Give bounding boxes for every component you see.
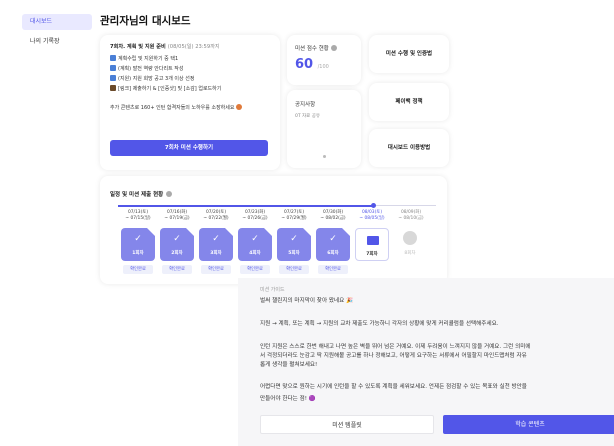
score-label: 미션 점수 현황 — [295, 44, 337, 52]
sidebar: 대시보드 나의 기록장 — [0, 0, 96, 446]
timeline-date: 07/30(화) ~ 08/02(금) — [320, 210, 346, 221]
timeline-date: 07/20(토) ~ 07/22(월) — [203, 210, 229, 221]
sidebar-item-my-notes[interactable]: 나의 기록장 — [22, 34, 92, 50]
guide-paragraph: 서 걱정되더라도 눈감고 딱 지원해볼 공고를 하나 정해보고, 어떻게 요구하… — [260, 353, 527, 359]
mission-template-button[interactable]: 미션 템플릿 — [260, 415, 434, 434]
timeline-date: 07/16(화) ~ 07/19(금) — [164, 210, 190, 221]
score-card: 미션 점수 현황 60 /100 — [287, 35, 361, 85]
check-icon: ✓ — [329, 234, 337, 244]
round-card[interactable]: ✓ 1회차 — [121, 228, 155, 261]
folder-icon — [110, 85, 116, 91]
status-badge: 확인완료 — [201, 265, 231, 274]
checklist-icon — [110, 75, 116, 81]
guide-heading: 미션 가이드 — [260, 287, 285, 293]
guide-paragraph: 지원 → 계획, 또는 계획 → 지원의 교차 제출도 가능하니 각자의 상황에… — [260, 321, 499, 327]
notice-item[interactable]: 0T 자료 공유 — [295, 113, 320, 119]
mission-guide-link[interactable]: 미션 수행 및 인증법 — [369, 35, 449, 73]
learning-content-button[interactable]: 학습 콘텐츠 — [443, 415, 614, 434]
round-label: 4회차 — [249, 251, 261, 256]
timeline-card: 일정 및 미션 제출 현황 07/13(토) ~ 07/15(일) 07/16(화… — [100, 176, 447, 284]
sidebar-item-dashboard[interactable]: 대시보드 — [22, 14, 92, 30]
round-card[interactable]: ✓ 5회차 — [277, 228, 311, 261]
notice-title: 공지사항 — [295, 102, 316, 108]
status-badge: 확인완료 — [318, 265, 348, 274]
round-label: 5회차 — [288, 251, 300, 256]
task-text: [링크] 제출하기 & [인증샷] 및 [소감] 업로드하기 — [118, 86, 222, 92]
score-number: 60 — [295, 57, 314, 72]
checklist-icon — [110, 55, 116, 61]
page-title: 관리자님의 대시보드 — [100, 15, 191, 27]
timeline-title: 일정 및 미션 제출 현황 — [110, 190, 173, 198]
round-card[interactable]: ✓ 6회차 — [316, 228, 350, 261]
round-label: 7회차 — [366, 252, 378, 257]
timeline-date: 07/27(토) ~ 07/29(월) — [281, 210, 307, 221]
timeline-title-text: 일정 및 미션 제출 현황 — [110, 192, 164, 198]
check-icon: ✓ — [212, 234, 220, 244]
round-label: 6회차 — [327, 251, 339, 256]
guide-paragraph: 어렵다면 맞으로 원하는 시기에 인턴을 할 수 있도록 계획을 세워보세요. … — [260, 384, 527, 390]
timeline-progress — [118, 204, 374, 207]
check-icon: ✓ — [134, 234, 142, 244]
extra-note-text: 추가 콘텐츠로 160+ 인턴 합격자들의 노하우를 소장하세요 — [110, 105, 235, 111]
task-item: (지원) 지원 희망 공고 3개 이상 선정 — [110, 75, 194, 83]
guide-paragraph: 롭게 생각을 펼쳐보세요! — [260, 362, 318, 368]
timeline-date-current: 08/03(토) ~ 08/05(일) — [359, 210, 385, 221]
timeline-current-marker — [371, 203, 376, 208]
check-icon: ✓ — [251, 234, 259, 244]
score-value: 60 /100 — [295, 57, 329, 72]
status-badge: 확인완료 — [279, 265, 309, 274]
guide-paragraph: 인턴 지원은 스스로 한번 해내고 나면 높은 벽을 뛰어 넘은 거예요. 이제… — [260, 344, 531, 350]
folder-icon — [367, 236, 379, 245]
mission-title: 7회차. 계획 및 지원 준비 — [110, 44, 166, 50]
task-text: (계획) 발전 역량 안다리트 작성 — [118, 66, 184, 72]
task-text: (지원) 지원 희망 공고 3개 이상 선정 — [118, 76, 195, 82]
timeline-date: 07/23(화) ~ 07/26(금) — [242, 210, 268, 221]
info-icon[interactable] — [166, 191, 173, 197]
task-item: [링크] 제출하기 & [인증샷] 및 [소감] 업로드하기 — [110, 85, 221, 93]
status-badge: 확인완료 — [240, 265, 270, 274]
task-text: 계획수립 및 지원하기 중 택1 — [118, 56, 179, 62]
mission-card: 7회차. 계획 및 지원 준비 (08/05(일) 23:59까지 계획수립 및 … — [100, 35, 280, 170]
pagination-dot[interactable] — [323, 155, 326, 158]
score-max: /100 — [317, 64, 329, 70]
timeline-date: 07/13(토) ~ 07/15(일) — [125, 210, 151, 221]
round-card[interactable]: ✓ 3회차 — [199, 228, 233, 261]
task-item: (계획) 발전 역량 안다리트 작성 — [110, 65, 183, 73]
mission-header: 7회차. 계획 및 지원 준비 (08/05(일) 23:59까지 — [110, 43, 220, 50]
info-icon[interactable] — [330, 45, 337, 51]
checklist-icon — [110, 65, 116, 71]
check-icon: ✓ — [173, 234, 181, 244]
extra-content-note: 추가 콘텐츠로 160+ 인턴 합격자들의 노하우를 소장하세요 — [110, 104, 243, 111]
round-label: 3회차 — [210, 251, 222, 256]
payback-policy-link[interactable]: 페이백 정책 — [369, 83, 449, 121]
status-badge: 확인완료 — [162, 265, 192, 274]
round-future-circle — [403, 231, 417, 245]
perform-mission-button[interactable]: 7회차 미션 수행하기 — [110, 140, 268, 156]
check-icon: ✓ — [290, 234, 298, 244]
guide-paragraph: 만들어야 한다는 점! 🟣 — [260, 396, 316, 402]
timeline-date: 08/09(화) ~ 08/10(금) — [398, 210, 424, 221]
round-label: 1회차 — [132, 251, 144, 256]
status-badge: 확인완료 — [123, 265, 153, 274]
round-card-current[interactable]: 7회차 — [355, 228, 389, 261]
score-label-text: 미션 점수 현황 — [295, 46, 329, 52]
guide-paragraph: 벌써 챌린지의 마지막이 찾아 왔네요 🎉 — [260, 298, 354, 304]
dashboard-usage-link[interactable]: 대시보드 이용방법 — [369, 129, 449, 167]
task-item: 계획수립 및 지원하기 중 택1 — [110, 55, 178, 63]
mission-deadline: (08/05(일) 23:59까지 — [167, 44, 220, 50]
round-label: 2회차 — [171, 251, 183, 256]
fire-icon — [236, 104, 243, 110]
round-card[interactable]: ✓ 4회차 — [238, 228, 272, 261]
round-card[interactable]: ✓ 2회차 — [160, 228, 194, 261]
notice-card[interactable]: 공지사항 0T 자료 공유 — [287, 90, 361, 168]
round-label: 8회차 — [404, 251, 416, 256]
